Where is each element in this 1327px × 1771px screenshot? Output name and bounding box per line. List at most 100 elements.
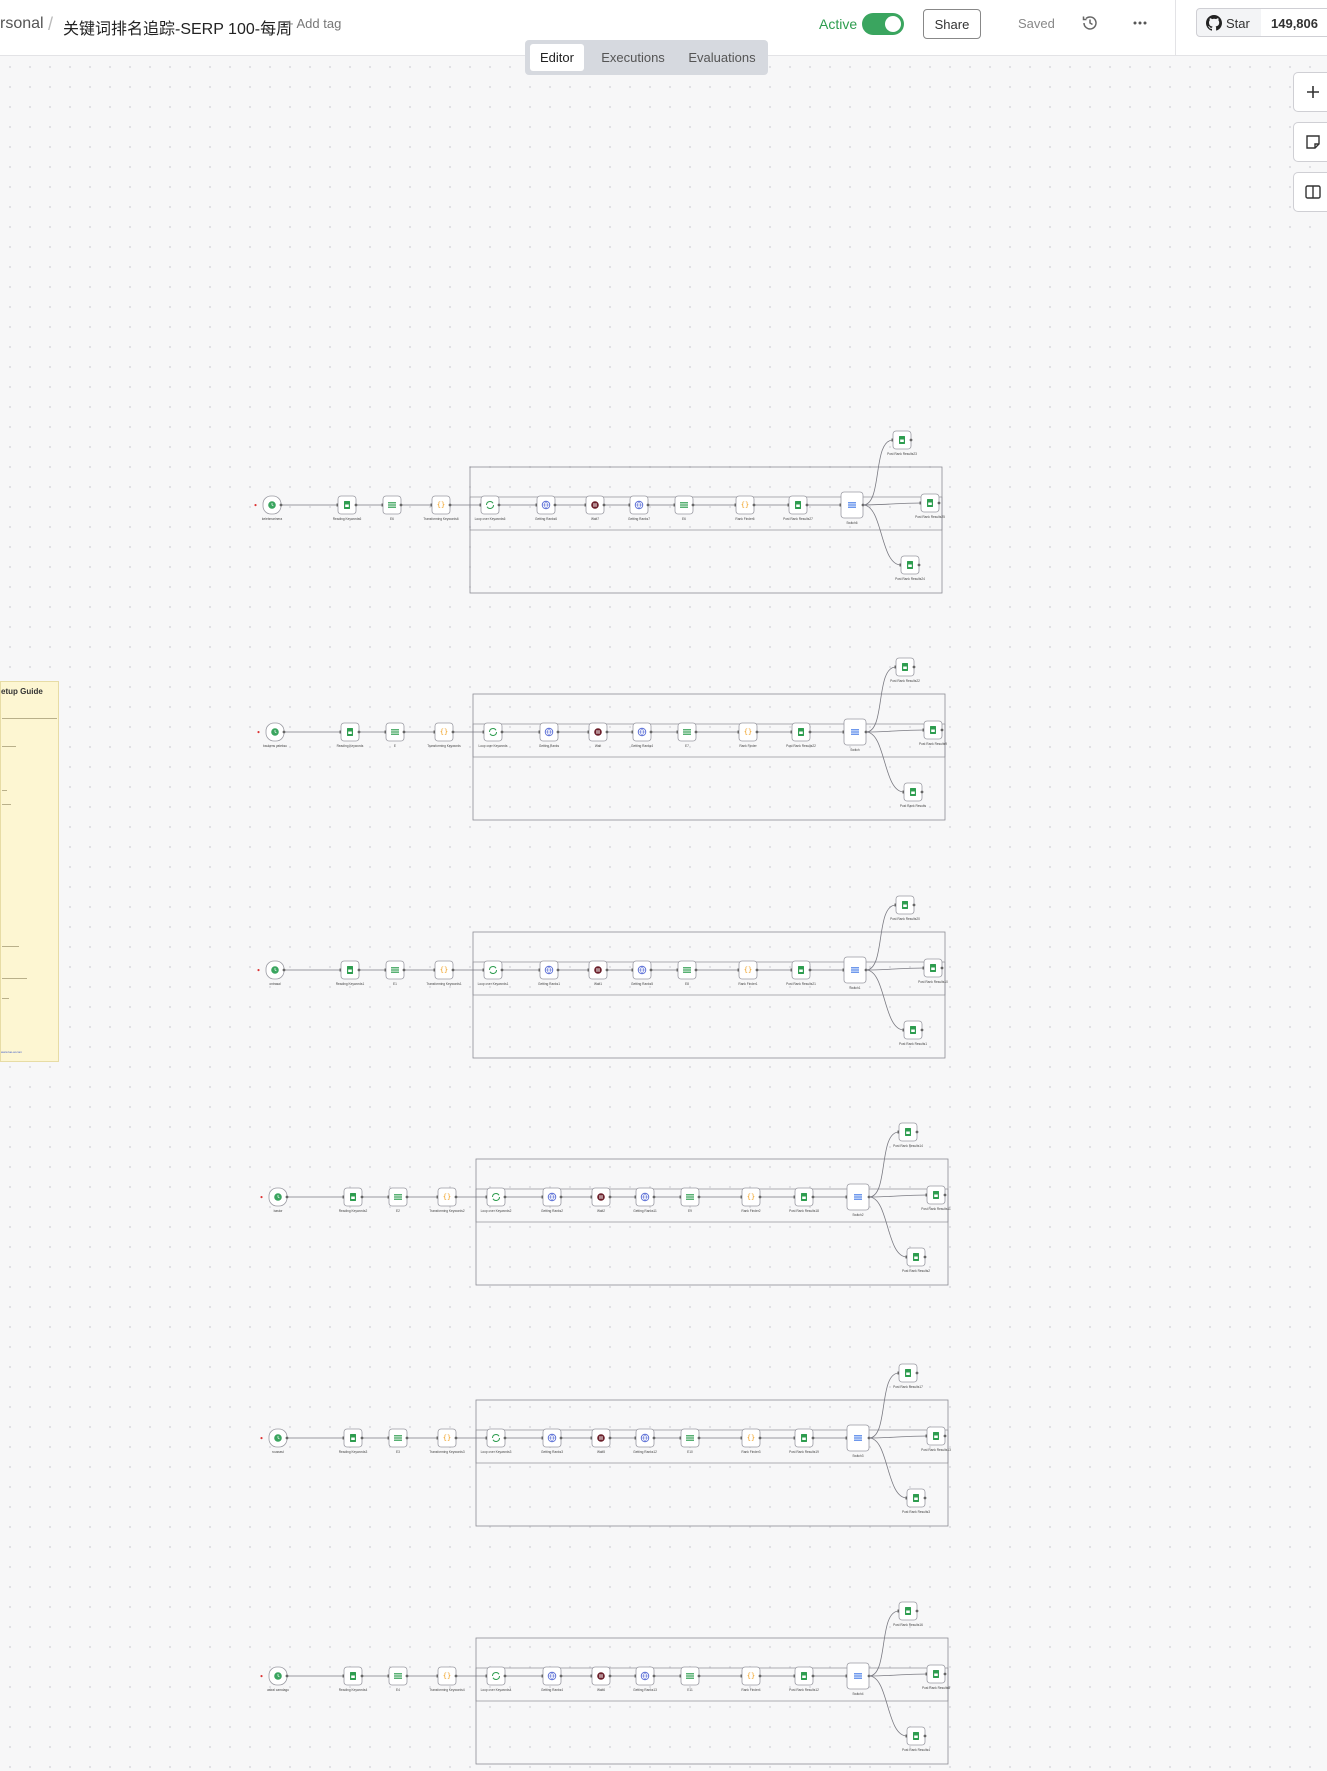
workflow-node[interactable]: Getting Ranks [538,722,560,748]
workflow-node[interactable]: Loop over Keywords2 [481,1187,512,1213]
workflow-node[interactable]: Post Rank Results18 [789,1187,819,1213]
output-node[interactable]: Post Rank Results16 [893,1601,923,1627]
workflow-node[interactable]: {} Transforming Keywords6 [423,495,459,521]
workflow-node[interactable]: {} Transforming Keywords1 [426,960,462,986]
output-node[interactable]: Post Rank Results22 [890,657,920,683]
workflow-title[interactable]: 关键词排名追踪-SERP 100-每周 [63,15,292,39]
sticky-footer-link[interactable]: www.luo-ai.com [1,1050,22,1054]
workflow-node[interactable]: Switch2 [845,1183,871,1217]
workflow-node[interactable]: E1 [384,960,406,986]
workflow-node[interactable]: E11 [679,1666,701,1692]
workflow-node[interactable]: {} Transforming Keywords4 [429,1666,465,1692]
workflow-node[interactable]: {} Rank Finder2 [740,1187,762,1213]
tab-executions[interactable]: Executions [591,44,675,71]
workflow-node[interactable]: E3 [387,1428,409,1454]
workflow-node[interactable]: Getting Ranks13 [633,1666,657,1692]
workflow-node[interactable]: Switch4 [845,1662,871,1696]
workflow-node[interactable]: Wait6 [590,1666,612,1692]
setup-guide-sticky-note[interactable]: etup Guide www.luo-ai.com [0,681,59,1062]
workflow-node[interactable]: {} Transforming Keywords3 [429,1428,465,1454]
workflow-node[interactable]: Switch3 [845,1424,871,1458]
workflow-node[interactable]: E [384,722,406,748]
workflow-node[interactable]: Switch1 [842,956,868,990]
workflow-node[interactable]: Loop over Keywords4 [481,1666,512,1692]
active-toggle[interactable] [862,13,904,35]
trigger-node[interactable]: bastor [268,1187,289,1213]
workflow-node[interactable]: Loop over Keywords1 [478,960,509,986]
workflow-node[interactable]: {} Rank Finder6 [734,495,756,521]
workflow-node[interactable]: Getting Ranks11 [633,1187,657,1213]
output-node[interactable]: Post Rank Results24 [895,555,925,581]
output-node[interactable]: Post Rank Results2 [902,1247,930,1273]
workflow-node[interactable]: Reading Keywords2 [339,1187,368,1213]
output-node[interactable]: Post Rank Results25 [915,493,945,519]
workflow-node[interactable]: {} Rank Finder [737,722,759,748]
output-node[interactable]: Post Rank Results14 [893,1122,923,1148]
workflow-node[interactable]: Loop over Keywords3 [481,1428,512,1454]
output-node[interactable]: Post Rank Results10 [918,958,948,984]
output-node[interactable]: Post Rank Results8 [922,1664,950,1690]
workflow-node[interactable]: Wait7 [584,495,606,521]
workflow-node[interactable]: Wait2 [590,1187,612,1213]
workflow-node[interactable]: Reading Keywords4 [339,1666,368,1692]
workflow-node[interactable]: Loop over Keywords6 [475,495,506,521]
workflow-node[interactable]: E8 [676,960,698,986]
workflow-node[interactable]: Post Rank Results27 [783,495,813,521]
workflow-node[interactable]: Post Rank Results21 [786,960,816,986]
workflow-node[interactable]: {} Transforming Keywords2 [429,1187,465,1213]
workflow-node[interactable]: Reading Keywords6 [333,495,362,521]
workflow-node[interactable]: Getting Ranks1 [538,960,560,986]
output-node[interactable]: Post Rank Results23 [887,430,917,456]
output-node[interactable]: Post Rank Results20 [890,895,920,921]
workflow-node[interactable]: E6 [673,495,695,521]
workflow-node[interactable]: Getting Ranks7 [628,495,650,521]
workflow-node[interactable]: {} Rank Finder4 [740,1666,762,1692]
workflow-node[interactable]: Reading Keywords3 [339,1428,368,1454]
workflow-node[interactable]: {} Transforming Keywords [427,722,461,748]
workflow-node[interactable]: Wait [587,722,609,748]
breadcrumb-project[interactable]: rsonal [0,15,44,33]
workflow-node[interactable]: Reading Keywords [337,722,364,748]
workflow-node[interactable]: E10 [679,1428,701,1454]
workflow-node[interactable]: Getting Ranks3 [541,1428,563,1454]
workflow-node[interactable]: Switch [842,718,868,752]
trigger-node[interactable]: baukens yateksu [263,722,287,748]
workflow-node[interactable]: Post Rank Results22 [786,722,816,748]
share-button[interactable]: Share [923,9,981,39]
output-node[interactable]: Post Rank Results3 [902,1488,930,1514]
workflow-node[interactable]: Getting Ranks4 [541,1666,563,1692]
workflow-node[interactable]: Reading Keywords1 [336,960,365,986]
output-node[interactable]: Post Rank Results13 [921,1426,951,1452]
github-star-button[interactable]: Star [1196,8,1262,37]
tab-evaluations[interactable]: Evaluations [680,44,764,71]
workflow-node[interactable]: {} Rank Finder3 [740,1428,762,1454]
github-star-count[interactable]: 149,806 [1261,8,1327,37]
toggle-panel-button[interactable] [1293,172,1327,212]
add-sticky-button[interactable] [1293,122,1327,162]
trigger-node[interactable]: astral camdagu [267,1666,289,1692]
workflow-node[interactable]: Wait5 [590,1428,612,1454]
workflow-node[interactable]: Loop over Keywords [478,722,508,748]
history-icon[interactable] [1081,14,1099,32]
output-node[interactable]: Post Rank Results4 [902,1726,930,1752]
workflow-node[interactable]: {} Rank Finder1 [737,960,759,986]
workflow-node[interactable]: Getting Ranks5 [631,960,653,986]
trigger-node[interactable]: ontrasal [265,960,286,986]
workflow-node[interactable]: E7 [676,722,698,748]
workflow-node[interactable]: Getting Ranks4 [631,722,653,748]
tab-editor[interactable]: Editor [530,44,584,71]
workflow-node[interactable]: E6 [381,495,403,521]
workflow-node[interactable]: E2 [387,1187,409,1213]
output-node[interactable]: Post Rank Results9 [919,720,947,746]
output-node[interactable]: Post Rank Results11 [921,1185,951,1211]
add-tag-button[interactable]: + Add tag [286,16,341,31]
workflow-node[interactable]: Post Rank Results12 [789,1666,819,1692]
workflow-graph[interactable]: ● kelebmarinera Reading Keywords6 E6 {} Trans… [0,57,1327,1771]
workflow-node[interactable]: E4 [387,1666,409,1692]
workflow-node[interactable]: Getting Ranks6 [535,495,557,521]
workflow-node[interactable]: Getting Ranks2 [541,1187,563,1213]
output-node[interactable]: Post Rank Results1 [899,1020,927,1046]
trigger-node[interactable]: kelebmarinera [262,495,283,521]
output-node[interactable]: Post Rank Results17 [893,1363,923,1389]
workflow-node[interactable]: Wait1 [587,960,609,986]
